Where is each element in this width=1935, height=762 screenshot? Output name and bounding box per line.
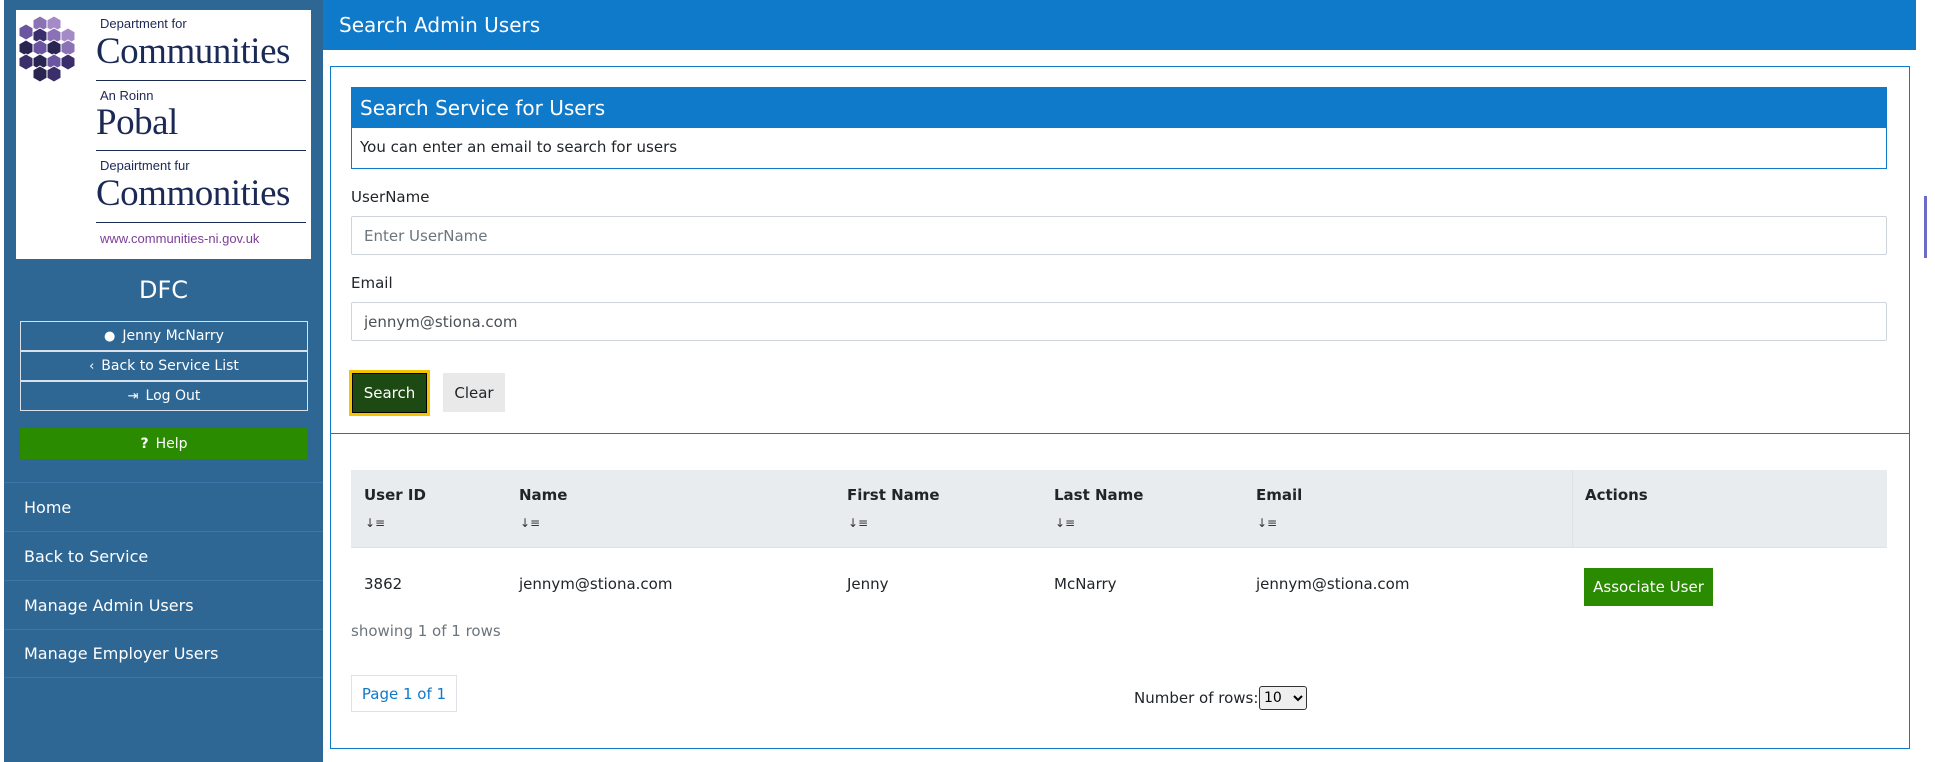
page-title-bar: Search Admin Users bbox=[323, 0, 1916, 50]
chevron-left-icon: ‹ bbox=[89, 358, 95, 374]
dfc-logo: Department for Communities An Roinn Poba… bbox=[16, 10, 311, 259]
logo-url: www.communities-ni.gov.uk bbox=[100, 231, 260, 246]
search-button[interactable]: Search bbox=[349, 370, 430, 416]
user-circle-icon: ● bbox=[104, 328, 116, 344]
nav-item-home[interactable]: Home bbox=[4, 482, 323, 531]
org-name: DFC bbox=[138, 276, 189, 304]
cell-name: jennym@stiona.com bbox=[519, 575, 673, 593]
logo-commonities: Commonities bbox=[96, 173, 290, 214]
associate-user-button[interactable]: Associate User bbox=[1584, 568, 1713, 606]
sidebar: Department for Communities An Roinn Poba… bbox=[4, 0, 323, 762]
help-label: Help bbox=[155, 435, 188, 452]
search-service-box: Search Service for Users You can enter a… bbox=[351, 87, 1887, 169]
back-to-service-list-button[interactable]: ‹ Back to Service List bbox=[20, 351, 308, 381]
logo-divider bbox=[96, 150, 306, 151]
nav-item-manage-admin-users[interactable]: Manage Admin Users bbox=[4, 580, 323, 629]
hexagon-logo-icon bbox=[18, 16, 76, 82]
cell-last-name: McNarry bbox=[1054, 575, 1117, 593]
logo-communities: Communities bbox=[96, 31, 290, 72]
logo-depairtment-fur: Depairtment fur bbox=[100, 158, 190, 173]
rows-info: showing 1 of 1 rows bbox=[351, 622, 501, 640]
rows-per-page-select[interactable]: 10 bbox=[1259, 686, 1307, 710]
search-button-label: Search bbox=[352, 373, 427, 413]
cell-first-name: Jenny bbox=[847, 575, 889, 593]
nav-item-manage-employer-users[interactable]: Manage Employer Users bbox=[4, 629, 323, 678]
search-service-title: Search Service for Users bbox=[352, 88, 1886, 128]
logo-divider bbox=[96, 80, 306, 81]
username-input[interactable] bbox=[351, 216, 1887, 255]
pagination-page[interactable]: Page 1 of 1 bbox=[351, 675, 457, 712]
logo-an-roinn: An Roinn bbox=[100, 88, 154, 103]
username-label: UserName bbox=[351, 188, 430, 206]
column-header-last-name[interactable]: Last Name bbox=[1054, 486, 1143, 504]
table-header bbox=[351, 470, 1887, 548]
nav-item-back-to-service[interactable]: Back to Service bbox=[4, 531, 323, 580]
user-profile-button[interactable]: ● Jenny McNarry bbox=[20, 321, 308, 351]
user-name-label: Jenny McNarry bbox=[122, 328, 224, 344]
sort-icon[interactable]: ↓≡ bbox=[848, 516, 868, 530]
sort-icon[interactable]: ↓≡ bbox=[365, 516, 385, 530]
page-title: Search Admin Users bbox=[339, 13, 541, 37]
scrollbar-thumb[interactable] bbox=[1924, 196, 1927, 258]
logo-divider bbox=[96, 222, 306, 223]
column-header-user-id[interactable]: User ID bbox=[364, 486, 426, 504]
column-header-email[interactable]: Email bbox=[1256, 486, 1302, 504]
sort-icon[interactable]: ↓≡ bbox=[1055, 516, 1075, 530]
search-service-description: You can enter an email to search for use… bbox=[360, 138, 678, 156]
scrollbar[interactable] bbox=[1916, 0, 1935, 762]
logo-dept-for: Department for bbox=[100, 16, 187, 31]
log-out-label: Log Out bbox=[145, 388, 201, 404]
email-label: Email bbox=[351, 274, 393, 292]
column-header-actions: Actions bbox=[1585, 486, 1648, 504]
column-header-name[interactable]: Name bbox=[519, 486, 567, 504]
logo-pobal: Pobal bbox=[96, 102, 178, 143]
sign-out-icon: ⇥ bbox=[127, 388, 139, 404]
question-icon: ? bbox=[140, 435, 149, 452]
sort-icon[interactable]: ↓≡ bbox=[1257, 516, 1277, 530]
help-button[interactable]: ? Help bbox=[20, 428, 308, 459]
cell-user-id: 3862 bbox=[364, 575, 403, 593]
rows-per-page-label: Number of rows: bbox=[1134, 689, 1259, 707]
cell-email: jennym@stiona.com bbox=[1256, 575, 1410, 593]
column-divider bbox=[1572, 470, 1573, 548]
back-to-service-list-label: Back to Service List bbox=[101, 358, 239, 374]
column-header-first-name[interactable]: First Name bbox=[847, 486, 940, 504]
clear-button[interactable]: Clear bbox=[443, 373, 505, 412]
email-input[interactable] bbox=[351, 302, 1887, 341]
log-out-button[interactable]: ⇥ Log Out bbox=[20, 381, 308, 411]
sort-icon[interactable]: ↓≡ bbox=[520, 516, 540, 530]
